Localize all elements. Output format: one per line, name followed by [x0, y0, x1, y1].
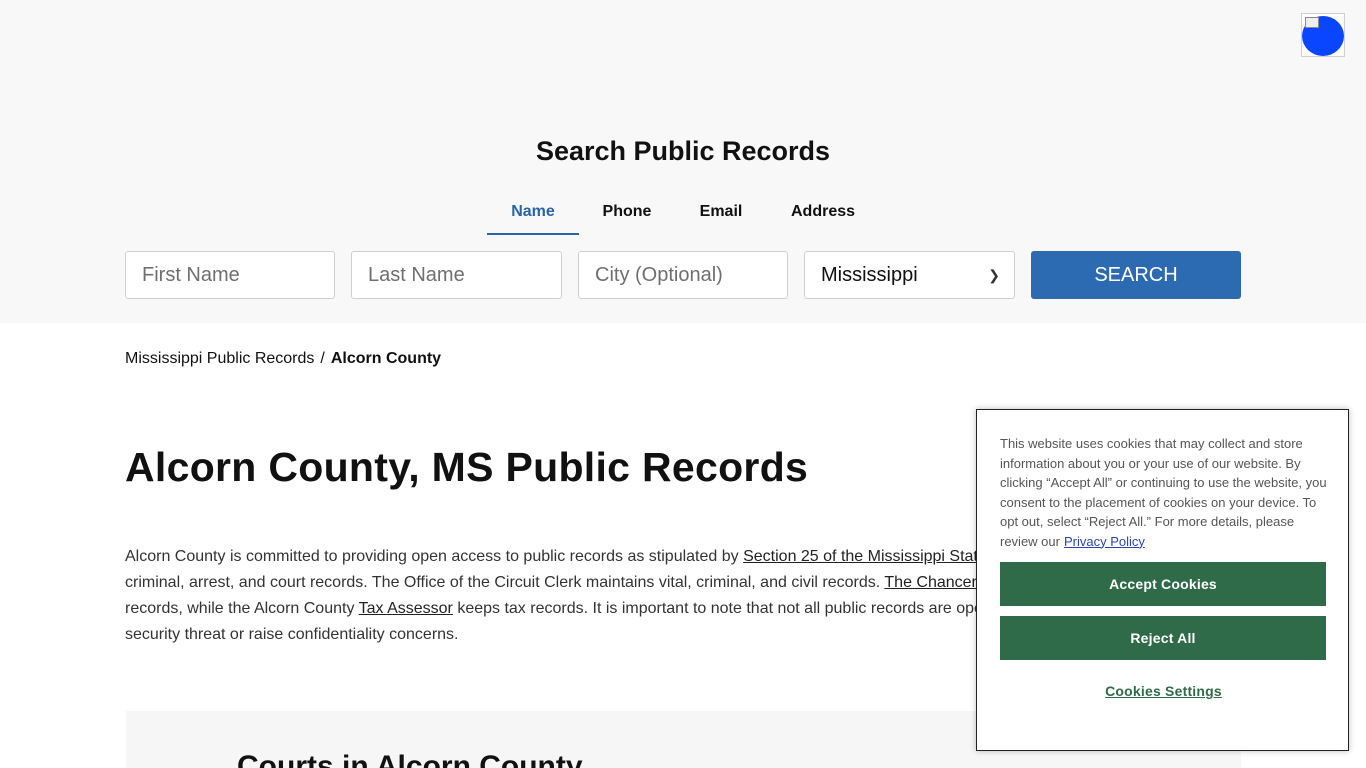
broken-image-icon	[1305, 17, 1319, 28]
state-select-value: Mississippi	[821, 264, 918, 286]
page-title: Alcorn County, MS Public Records	[125, 444, 809, 490]
tab-name[interactable]: Name	[487, 190, 579, 235]
intro-text: Alcorn County is committed to providing …	[125, 548, 744, 565]
breadcrumb: Mississippi Public Records / Alcorn County	[125, 350, 441, 368]
reject-all-button[interactable]: Reject All	[1000, 616, 1326, 660]
courts-heading-county: Alcorn	[375, 750, 471, 768]
last-name-input[interactable]	[351, 251, 562, 299]
intro-text: criminal, arrest, and court records. The…	[125, 574, 885, 591]
tax-assessor-link[interactable]: Tax Assessor	[359, 600, 453, 617]
intro-text: records, while the Alcorn County	[125, 600, 359, 617]
intro-text: keeps tax records. It is important to no…	[452, 600, 983, 617]
statute-link[interactable]: Section 25 of the Mississippi Stat	[743, 548, 978, 565]
search-panel: Search Public Records Name Phone Email A…	[0, 0, 1366, 323]
courts-heading: Courts in Alcorn County	[237, 750, 583, 768]
intro-line-2: criminal, arrest, and court records. The…	[125, 570, 1005, 596]
tab-phone[interactable]: Phone	[587, 190, 667, 235]
tab-address[interactable]: Address	[777, 190, 869, 235]
breadcrumb-current: Alcorn County	[330, 350, 442, 367]
cookie-message: This website uses cookies that may colle…	[1000, 434, 1330, 551]
intro-text: security threat or raise confidentiality…	[125, 626, 459, 643]
breadcrumb-parent-link[interactable]: Mississippi Public Records	[125, 350, 314, 367]
tab-email[interactable]: Email	[683, 190, 759, 235]
search-button[interactable]: SEARCH	[1031, 251, 1241, 299]
intro-line-3: records, while the Alcorn County Tax Ass…	[125, 596, 1005, 622]
breadcrumb-separator: /	[320, 350, 325, 367]
accept-cookies-button[interactable]: Accept Cookies	[1000, 562, 1326, 606]
first-name-input[interactable]	[125, 251, 335, 299]
courts-heading-prefix: Courts in	[237, 750, 376, 768]
privacy-policy-link[interactable]: Privacy Policy	[1064, 534, 1145, 549]
chancery-link[interactable]: The Chancer	[884, 574, 977, 591]
chevron-down-icon: ❯	[988, 267, 1000, 283]
cookies-settings-link[interactable]: Cookies Settings	[977, 683, 1350, 699]
search-title: Search Public Records	[535, 136, 831, 166]
intro-paragraph: Alcorn County is committed to providing …	[125, 544, 1005, 648]
intro-line-1: Alcorn County is committed to providing …	[125, 544, 1005, 570]
courts-heading-suffix: County	[470, 750, 583, 768]
avatar-broken-image-icon[interactable]	[1301, 13, 1345, 57]
intro-line-4: security threat or raise confidentiality…	[125, 622, 1005, 648]
state-select[interactable]: Mississippi ❯	[804, 251, 1015, 299]
city-input[interactable]	[578, 251, 788, 299]
cookie-banner: This website uses cookies that may colle…	[976, 409, 1349, 751]
cookie-message-text: This website uses cookies that may colle…	[1000, 436, 1327, 549]
